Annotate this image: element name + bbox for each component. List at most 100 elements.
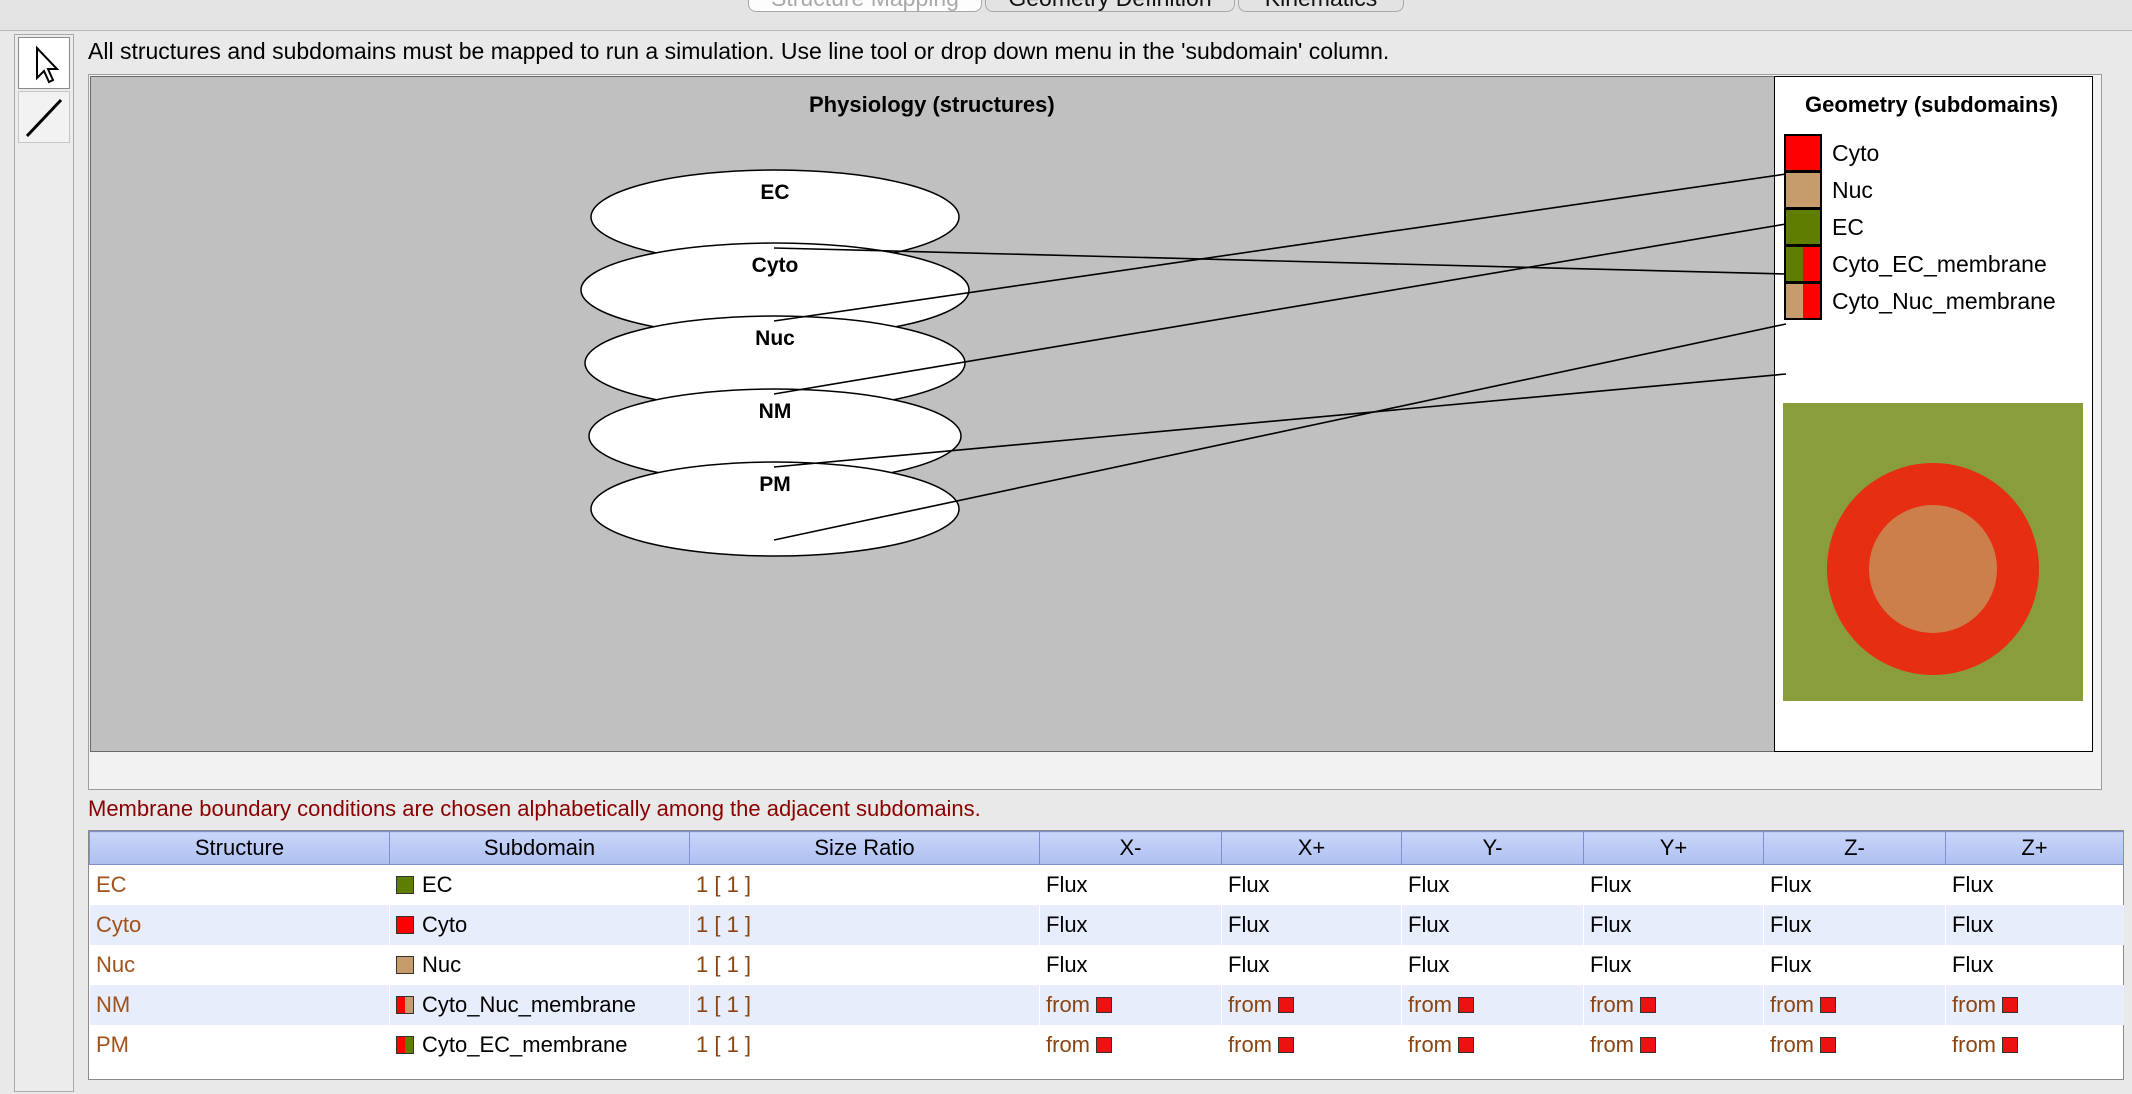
boundary-condition-cell[interactable]: Flux xyxy=(1039,945,1222,985)
select-tool-button[interactable] xyxy=(18,37,70,89)
size-ratio-cell[interactable]: 1 [ 1 ] xyxy=(689,864,1040,905)
boundary-condition-cell[interactable]: from xyxy=(1039,1025,1222,1065)
column-header-y-[interactable]: Y- xyxy=(1401,831,1584,865)
boundary-condition-cell[interactable]: Flux xyxy=(1583,945,1764,985)
boundary-condition-value: from xyxy=(1952,992,1996,1017)
boundary-condition-cell[interactable]: Flux xyxy=(1763,945,1946,985)
boundary-condition-cell[interactable]: from xyxy=(1583,1025,1764,1065)
boundary-condition-cell[interactable]: Flux xyxy=(1401,945,1584,985)
boundary-condition-value: Flux xyxy=(1590,872,1632,897)
boundary-condition-value: from xyxy=(1952,1032,1996,1057)
boundary-condition-value: from xyxy=(1046,992,1090,1017)
boundary-condition-value: Flux xyxy=(1228,912,1270,937)
boundary-condition-value: Flux xyxy=(1408,912,1450,937)
boundary-condition-cell[interactable]: from xyxy=(1763,1025,1946,1065)
boundary-condition-cell[interactable]: Flux xyxy=(1401,905,1584,945)
tab-kinematics[interactable]: Kinematics xyxy=(1238,0,1404,12)
structure-cell: PM xyxy=(89,1025,390,1065)
size-ratio-cell[interactable]: 1 [ 1 ] xyxy=(689,985,1040,1025)
boundary-condition-value: Flux xyxy=(1770,952,1812,977)
subdomain-cell[interactable]: Nuc xyxy=(389,945,690,985)
boundary-condition-cell[interactable]: Flux xyxy=(1583,864,1764,905)
boundary-condition-value: Flux xyxy=(1590,952,1632,977)
tab-structure-mapping[interactable]: Structure Mapping xyxy=(748,0,982,12)
column-header-x-[interactable]: X+ xyxy=(1221,831,1402,865)
table-row[interactable]: EC EC 1 [ 1 ] Flux Flux Flux Flux Flux Flux xyxy=(89,864,2124,905)
subdomain-cell[interactable]: EC xyxy=(389,864,690,905)
table-body: EC EC 1 [ 1 ] Flux Flux Flux Flux Flux Flux Cyto C… xyxy=(89,864,2124,1065)
size-ratio-cell[interactable]: 1 [ 1 ] xyxy=(689,1025,1040,1065)
boundary-condition-cell[interactable]: from xyxy=(1401,1025,1584,1065)
boundary-condition-cell[interactable]: from xyxy=(1583,985,1764,1025)
subdomain-color-swatch xyxy=(396,996,414,1014)
boundary-condition-cell[interactable]: Flux xyxy=(1039,905,1222,945)
line-tool-button[interactable] xyxy=(18,91,70,143)
subdomain-color-swatch xyxy=(396,916,414,934)
boundary-condition-cell[interactable]: from xyxy=(1945,1025,2124,1065)
mapping-line-pm[interactable] xyxy=(773,323,1787,541)
source-color-swatch xyxy=(1640,1037,1656,1053)
boundary-condition-value: from xyxy=(1046,1032,1090,1057)
mapping-line-nuc[interactable] xyxy=(773,223,1787,395)
table-row[interactable]: NM Cyto_Nuc_membrane 1 [ 1 ] from from from fr… xyxy=(89,985,2124,1025)
mapping-line-nm[interactable] xyxy=(773,373,1787,468)
boundary-condition-cell[interactable]: Flux xyxy=(1945,945,2124,985)
boundary-condition-cell[interactable]: Flux xyxy=(1221,945,1402,985)
table-row[interactable]: Nuc Nuc 1 [ 1 ] Flux Flux Flux Flux Flux Flux xyxy=(89,945,2124,985)
boundary-condition-cell[interactable]: from xyxy=(1945,985,2124,1025)
structure-cell: Nuc xyxy=(89,945,390,985)
column-header-size-ratio[interactable]: Size Ratio xyxy=(689,831,1040,865)
boundary-condition-value: from xyxy=(1408,992,1452,1017)
mapping-line-cyto[interactable] xyxy=(773,173,1787,322)
table-row[interactable]: Cyto Cyto 1 [ 1 ] Flux Flux Flux Flux Flux Flux xyxy=(89,905,2124,945)
mapping-lines xyxy=(773,173,1787,541)
column-header-z-[interactable]: Z+ xyxy=(1945,831,2124,865)
source-color-swatch xyxy=(2002,997,2018,1013)
subdomain-cell-label: Cyto_EC_membrane xyxy=(422,1032,628,1057)
table-row[interactable]: PM Cyto_EC_membrane 1 [ 1 ] from from from fro… xyxy=(89,1025,2124,1065)
boundary-condition-cell[interactable]: from xyxy=(1039,985,1222,1025)
source-color-swatch xyxy=(1820,1037,1836,1053)
boundary-condition-cell[interactable]: from xyxy=(1221,1025,1402,1065)
structure-mapping-panel: All structures and subdomains must be ma… xyxy=(78,34,2132,1094)
column-header-y-[interactable]: Y+ xyxy=(1583,831,1764,865)
column-header-structure[interactable]: Structure xyxy=(89,831,390,865)
boundary-condition-cell[interactable]: Flux xyxy=(1945,905,2124,945)
column-header-x-[interactable]: X- xyxy=(1039,831,1222,865)
tab-geometry-definition[interactable]: Geometry Definition xyxy=(985,0,1235,12)
boundary-condition-value: Flux xyxy=(1952,952,1994,977)
boundary-condition-cell[interactable]: from xyxy=(1401,985,1584,1025)
subdomain-color-swatch xyxy=(396,956,414,974)
source-color-swatch xyxy=(1278,1037,1294,1053)
membrane-note: Membrane boundary conditions are chosen … xyxy=(88,796,981,821)
boundary-condition-cell[interactable]: Flux xyxy=(1039,864,1222,905)
boundary-condition-cell[interactable]: Flux xyxy=(1401,864,1584,905)
subdomain-cell[interactable]: Cyto xyxy=(389,905,690,945)
source-color-swatch xyxy=(2002,1037,2018,1053)
subdomain-cell-label: Cyto_Nuc_membrane xyxy=(422,992,636,1017)
boundary-condition-value: Flux xyxy=(1952,872,1994,897)
subdomain-cell[interactable]: Cyto_Nuc_membrane xyxy=(389,985,690,1025)
boundary-condition-cell[interactable]: Flux xyxy=(1583,905,1764,945)
source-color-swatch xyxy=(1096,997,1112,1013)
boundary-condition-value: from xyxy=(1408,1032,1452,1057)
size-ratio-cell[interactable]: 1 [ 1 ] xyxy=(689,905,1040,945)
boundary-condition-cell[interactable]: Flux xyxy=(1221,905,1402,945)
boundary-condition-cell[interactable]: Flux xyxy=(1763,905,1946,945)
boundary-condition-value: Flux xyxy=(1770,872,1812,897)
boundary-condition-cell[interactable]: from xyxy=(1221,985,1402,1025)
column-header-subdomain[interactable]: Subdomain xyxy=(389,831,690,865)
subdomain-cell[interactable]: Cyto_EC_membrane xyxy=(389,1025,690,1065)
size-ratio-cell[interactable]: 1 [ 1 ] xyxy=(689,945,1040,985)
boundary-condition-cell[interactable]: Flux xyxy=(1763,864,1946,905)
mapping-table: Structure Subdomain Size Ratio X- X+ Y- Y+ Z- Z+… xyxy=(88,830,2124,1080)
tool-palette xyxy=(14,34,74,1092)
column-header-z-[interactable]: Z- xyxy=(1763,831,1946,865)
mapping-line-ec[interactable] xyxy=(773,247,1787,275)
subdomain-color-swatch xyxy=(396,1036,414,1054)
structure-cell: EC xyxy=(89,864,390,905)
boundary-condition-value: Flux xyxy=(1046,952,1088,977)
boundary-condition-cell[interactable]: Flux xyxy=(1221,864,1402,905)
boundary-condition-cell[interactable]: Flux xyxy=(1945,864,2124,905)
boundary-condition-cell[interactable]: from xyxy=(1763,985,1946,1025)
